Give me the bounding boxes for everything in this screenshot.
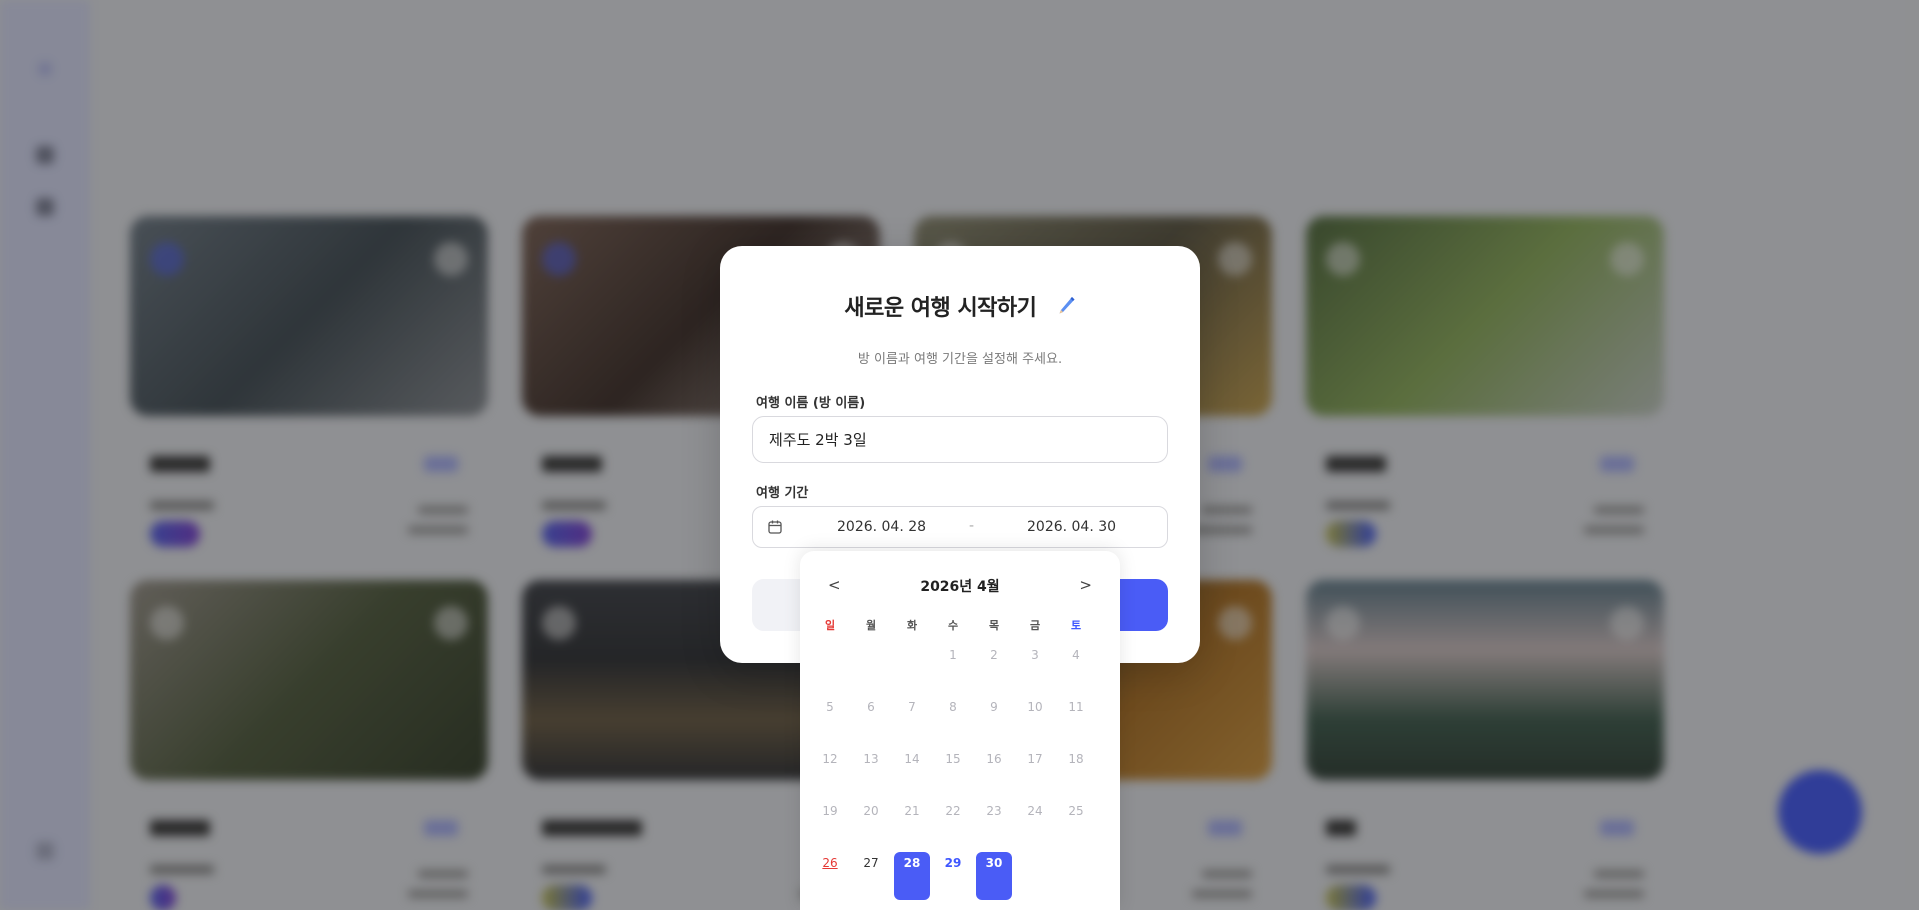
pencil-icon — [1056, 295, 1076, 323]
calendar-day: 1 — [949, 648, 957, 662]
calendar-day: 21 — [904, 804, 920, 818]
calendar-day: 12 — [822, 752, 838, 766]
calendar-day: 9 — [990, 700, 998, 714]
calendar-day: 22 — [945, 804, 961, 818]
calendar-day: 6 — [867, 700, 875, 714]
calendar-day: 5 — [826, 700, 834, 714]
trip-period-label: 여행 기간 — [756, 486, 809, 501]
calendar-day: 20 — [863, 804, 879, 818]
start-date[interactable]: 2026. 04. 28 — [837, 519, 926, 535]
calendar-day[interactable]: 28 — [894, 852, 930, 900]
date-separator: - — [969, 518, 975, 534]
calendar-day[interactable]: 26 — [812, 856, 848, 870]
weekday-header: 토 — [1070, 619, 1082, 632]
calendar-day: 19 — [822, 804, 838, 818]
trip-name-label: 여행 이름 (방 이름) — [756, 396, 866, 411]
next-month-button[interactable]: > — [1079, 576, 1092, 594]
calendar-day: 2 — [990, 648, 998, 662]
calendar-day: 8 — [949, 700, 957, 714]
weekday-header: 금 — [1029, 619, 1041, 632]
date-range-field[interactable]: 2026. 04. 28 - 2026. 04. 30 — [752, 506, 1168, 548]
modal-title: 새로운 여행 시작하기 — [844, 296, 1037, 321]
calendar-day: 15 — [945, 752, 961, 766]
calendar-icon — [767, 519, 783, 539]
date-picker-popup: < 2026년 4월 > 일 월 화 수 목 금 토 1 2 3 4 5 6 7 8 9 10 11 12 13 14 1… — [800, 551, 1120, 910]
trip-name-input[interactable] — [752, 416, 1168, 463]
weekday-header: 화 — [906, 619, 918, 632]
calendar-day[interactable]: 30 — [976, 852, 1012, 900]
calendar-day: 24 — [1027, 804, 1043, 818]
end-date[interactable]: 2026. 04. 30 — [1027, 519, 1116, 535]
weekday-header: 목 — [988, 619, 1000, 632]
calendar-day: 7 — [908, 700, 916, 714]
weekday-header: 월 — [865, 619, 877, 632]
calendar-day: 13 — [863, 752, 879, 766]
calendar-day: 25 — [1068, 804, 1084, 818]
calendar-day: 23 — [986, 804, 1002, 818]
calendar-day: 4 — [1072, 648, 1080, 662]
calendar-day[interactable]: 27 — [853, 856, 889, 870]
calendar-day: 3 — [1031, 648, 1039, 662]
calendar-month-label: 2026년 4월 — [920, 579, 1000, 595]
calendar-day: 17 — [1027, 752, 1043, 766]
calendar-day: 16 — [986, 752, 1002, 766]
weekday-header: 수 — [947, 619, 959, 632]
calendar-day: 18 — [1068, 752, 1084, 766]
calendar-day: 11 — [1068, 700, 1084, 714]
calendar-day: 10 — [1027, 700, 1043, 714]
calendar-day: 14 — [904, 752, 920, 766]
modal-subtitle: 방 이름과 여행 기간을 설정해 주세요. — [857, 352, 1063, 367]
weekday-header: 일 — [824, 619, 836, 632]
calendar-day[interactable]: 29 — [935, 856, 971, 870]
